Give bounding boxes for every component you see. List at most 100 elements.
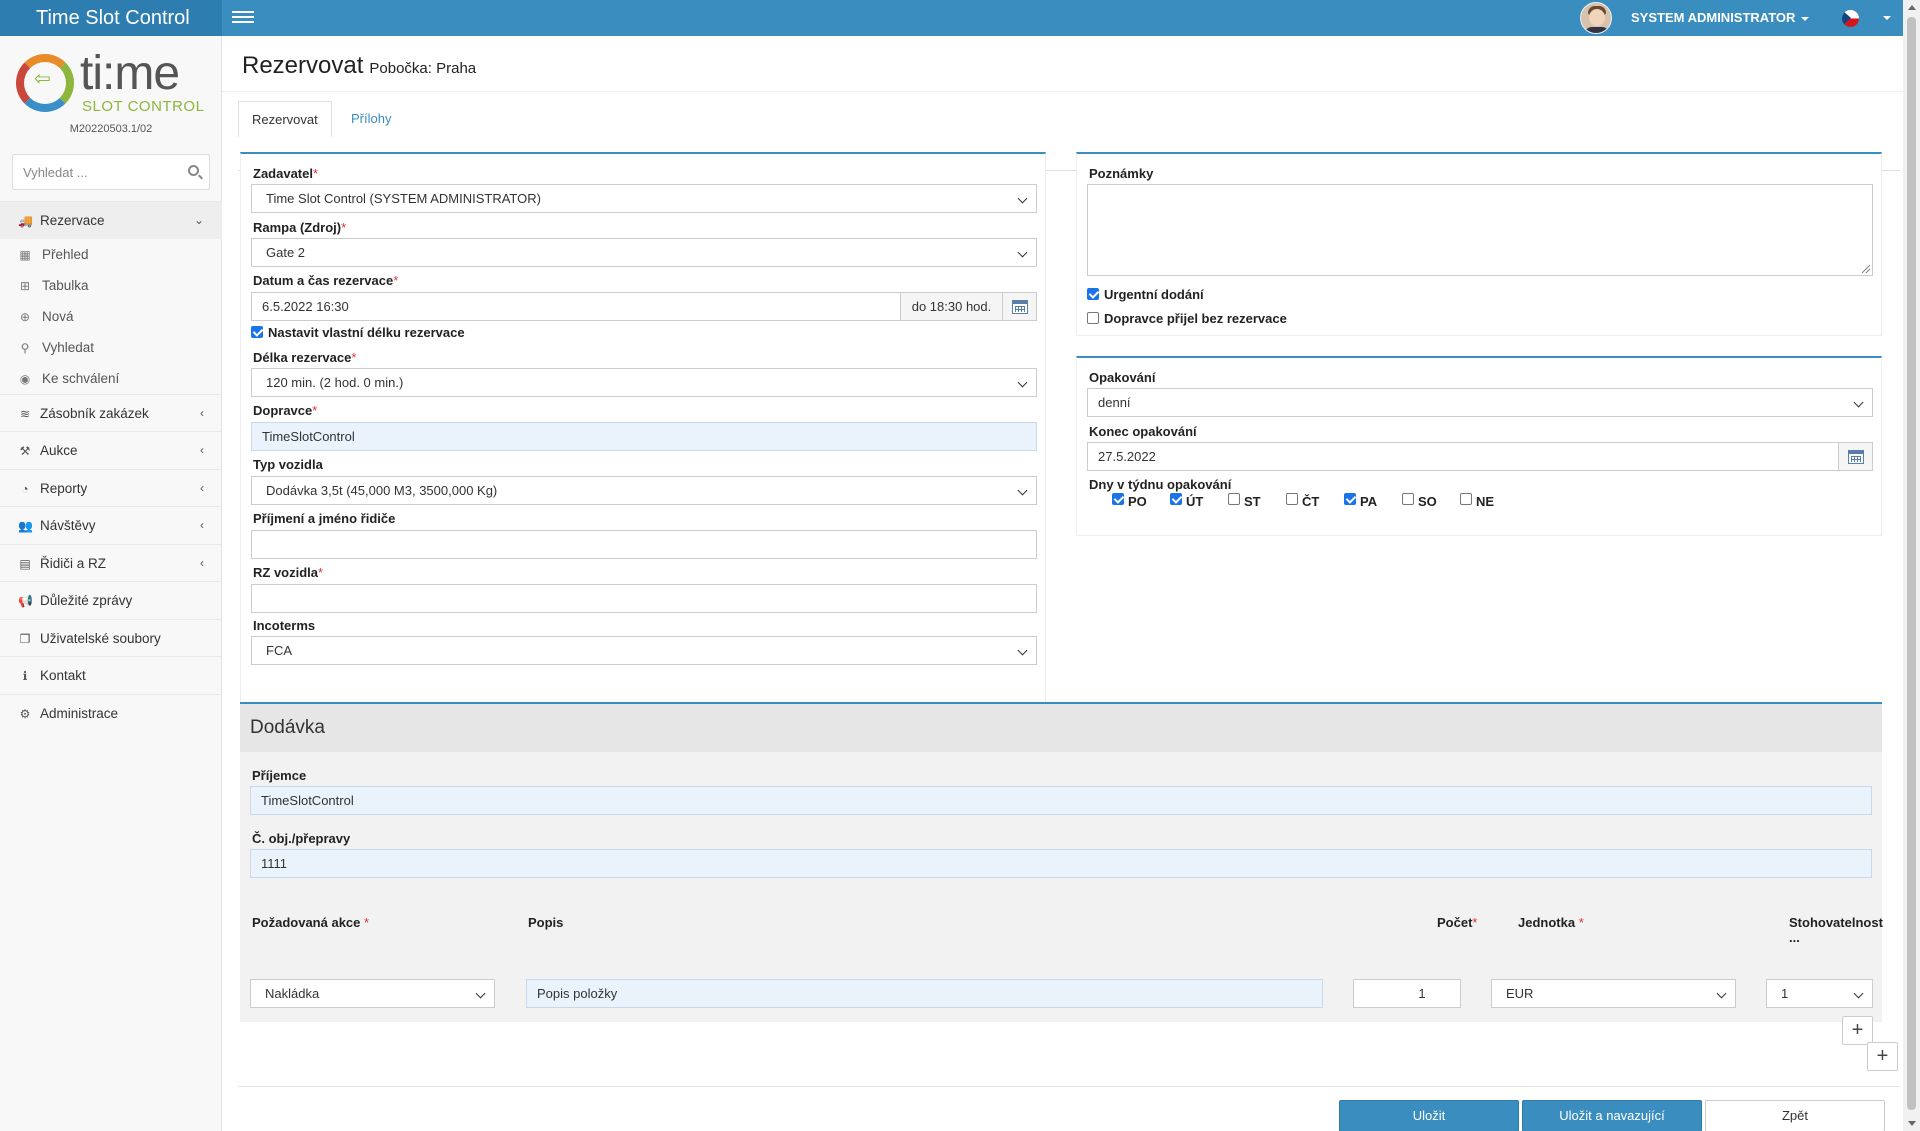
plus-icon: + — [1851, 1019, 1864, 1041]
recipient-input[interactable]: TimeSlotControl — [250, 786, 1872, 815]
divider — [238, 1086, 1900, 1087]
sidebar-subitem-table[interactable]: ⊞ Tabulka — [0, 270, 222, 301]
sidebar-item-label: Zásobník zakázek — [40, 405, 149, 421]
sidebar-item-contact[interactable]: ℹ Kontakt — [0, 656, 222, 694]
carrier-input[interactable]: TimeSlotControl — [251, 422, 1037, 451]
plus-icon: + — [1876, 1045, 1889, 1067]
sidebar-subitem-new[interactable]: ⊕ Nová — [0, 301, 222, 332]
chevron-down-icon: ⌄ — [193, 213, 204, 227]
calendar-button[interactable] — [1838, 442, 1873, 471]
logo-text: ti:me — [80, 47, 180, 100]
avatar[interactable] — [1580, 2, 1612, 34]
scroll-up-icon[interactable] — [1908, 5, 1916, 10]
sidebar-item-order-stack[interactable]: ≋ Zásobník zakázek ‹ — [0, 393, 222, 432]
vehicle-type-select[interactable]: Dodávka 3,5t (45,000 M3, 3500,000 Kg) — [251, 476, 1037, 505]
sidebar-subitem-label: Přehled — [42, 246, 89, 262]
datetime-label: Datum a čas rezervace* — [253, 273, 398, 288]
calendar-button[interactable] — [1002, 292, 1037, 321]
required-marker: * — [312, 403, 318, 418]
incoterms-label: Incoterms — [253, 618, 316, 633]
hamburger-menu-icon[interactable] — [232, 8, 254, 26]
label-text: Rampa (Zdroj) — [253, 220, 342, 235]
label-text: Délka rezervace — [253, 350, 352, 365]
sidebar-item-label: Administrace — [40, 705, 119, 721]
chevron-left-icon: ‹ — [200, 480, 204, 495]
day-checkbox-thu[interactable] — [1286, 493, 1298, 505]
main-content: Rezervovat Pobočka: Praha Rezervovat Příl… — [222, 36, 1903, 1131]
calendar-icon — [1848, 450, 1864, 464]
chevron-down-icon — [1801, 16, 1810, 21]
sidebar-item-label: Rezervace — [40, 213, 105, 228]
notes-label: Poznámky — [1089, 166, 1154, 181]
sidebar-item-drivers[interactable]: ▤ Řidiči a RZ ‹ — [0, 543, 222, 582]
order-input[interactable]: 1111 — [250, 849, 1872, 878]
add-delivery-button[interactable]: + — [1867, 1042, 1898, 1071]
unit-select[interactable]: EUR — [1491, 979, 1736, 1008]
custom-length-checkbox[interactable] — [251, 326, 263, 338]
sidebar-subitem-label: Ke schválení — [42, 370, 120, 386]
sidebar-item-admin[interactable]: ⚙ Administrace — [0, 693, 222, 732]
delivery-title: Dodávka — [250, 717, 325, 738]
back-button[interactable]: Zpět — [1705, 1100, 1885, 1131]
repeat-end-input[interactable]: 27.5.2022 — [1087, 442, 1839, 471]
scrollbar-thumb[interactable] — [1907, 17, 1916, 1110]
incoterms-select[interactable]: FCA — [251, 636, 1037, 665]
required-marker: * — [1578, 915, 1584, 930]
save-button[interactable]: Uložit — [1339, 1100, 1519, 1131]
required-marker: * — [1472, 915, 1478, 930]
tab-attachments[interactable]: Přílohy — [338, 101, 404, 137]
day-checkbox-fri[interactable] — [1344, 493, 1356, 505]
megaphone-icon: 📢 — [18, 594, 33, 608]
description-input[interactable]: Popis položky — [526, 979, 1323, 1008]
repeat-select[interactable]: denní — [1087, 388, 1873, 417]
plate-input[interactable] — [251, 584, 1037, 613]
no-reservation-label: Dopravce přijel bez rezervace — [1104, 311, 1287, 326]
sidebar-item-messages[interactable]: 📢 Důležité zprávy — [0, 581, 222, 619]
sidebar-subitem-approval[interactable]: ◉ Ke schválení — [0, 363, 222, 394]
driver-input[interactable] — [251, 530, 1037, 559]
day-label: NE — [1476, 494, 1495, 509]
no-reservation-checkbox[interactable] — [1087, 312, 1099, 324]
sidebar-item-reservations[interactable]: 🚚 Rezervace ⌄ — [0, 201, 222, 239]
day-checkbox-wed[interactable] — [1228, 493, 1240, 505]
day-label: PO — [1128, 494, 1147, 509]
ramp-select[interactable]: Gate 2 — [251, 238, 1037, 267]
urgent-checkbox[interactable] — [1087, 288, 1099, 300]
sidebar-item-label: Kontakt — [40, 668, 86, 683]
day-checkbox-sat[interactable] — [1402, 493, 1414, 505]
count-input[interactable]: 1 — [1353, 979, 1461, 1008]
stackability-select[interactable]: 1 — [1766, 979, 1873, 1008]
requester-select[interactable]: Time Slot Control (SYSTEM ADMINISTRATOR) — [251, 184, 1037, 213]
sidebar-subitem-search[interactable]: ⚲ Vyhledat — [0, 332, 222, 363]
save-next-button[interactable]: Uložit a navazující — [1522, 1100, 1702, 1131]
sidebar-subitem-overview[interactable]: ▦ Přehled — [0, 239, 222, 270]
label-text: Jednotka — [1518, 915, 1576, 930]
length-select[interactable]: 120 min. (2 hod. 0 min.) — [251, 368, 1037, 397]
language-flag-icon[interactable] — [1842, 10, 1859, 27]
gavel-icon: ⚒ — [19, 444, 31, 458]
day-checkbox-tue[interactable] — [1170, 493, 1182, 505]
language-chevron-down-icon[interactable] — [1883, 16, 1891, 20]
sidebar-item-auction[interactable]: ⚒ Aukce ‹ — [0, 431, 222, 469]
user-menu[interactable]: SYSTEM ADMINISTRATOR — [1631, 10, 1810, 25]
add-item-button[interactable]: + — [1842, 1016, 1873, 1045]
page-scrollbar[interactable] — [1903, 0, 1920, 1131]
search-icon[interactable] — [188, 165, 199, 176]
sidebar-item-user-files[interactable]: ❐ Uživatelské soubory — [0, 618, 222, 657]
tab-reserve[interactable]: Rezervovat — [238, 101, 332, 137]
sidebar-item-visits[interactable]: 👥 Návštěvy ‹ — [0, 506, 222, 544]
day-checkbox-mon[interactable] — [1112, 493, 1124, 505]
logo: ti:me SLOT CONTROL — [14, 47, 214, 116]
search-icon: ⚲ — [20, 340, 30, 355]
datetime-input[interactable]: 6.5.2022 16:30 — [251, 292, 901, 321]
notes-textarea[interactable] — [1087, 184, 1873, 276]
sidebar-item-reports[interactable]: ◔ Reporty ‹ — [0, 468, 222, 507]
day-checkbox-sun[interactable] — [1460, 493, 1472, 505]
sidebar-subitem-label: Nová — [42, 308, 74, 324]
resize-grip-icon[interactable] — [1862, 265, 1870, 273]
sidebar: ti:me SLOT CONTROL M20220503.1/02 🚚 Rezer… — [0, 36, 222, 1131]
branch-label: Pobočka: Praha — [369, 60, 477, 77]
action-select[interactable]: Nakládka — [250, 979, 495, 1008]
scroll-down-icon[interactable] — [1908, 1121, 1916, 1126]
search-input[interactable] — [13, 155, 173, 189]
